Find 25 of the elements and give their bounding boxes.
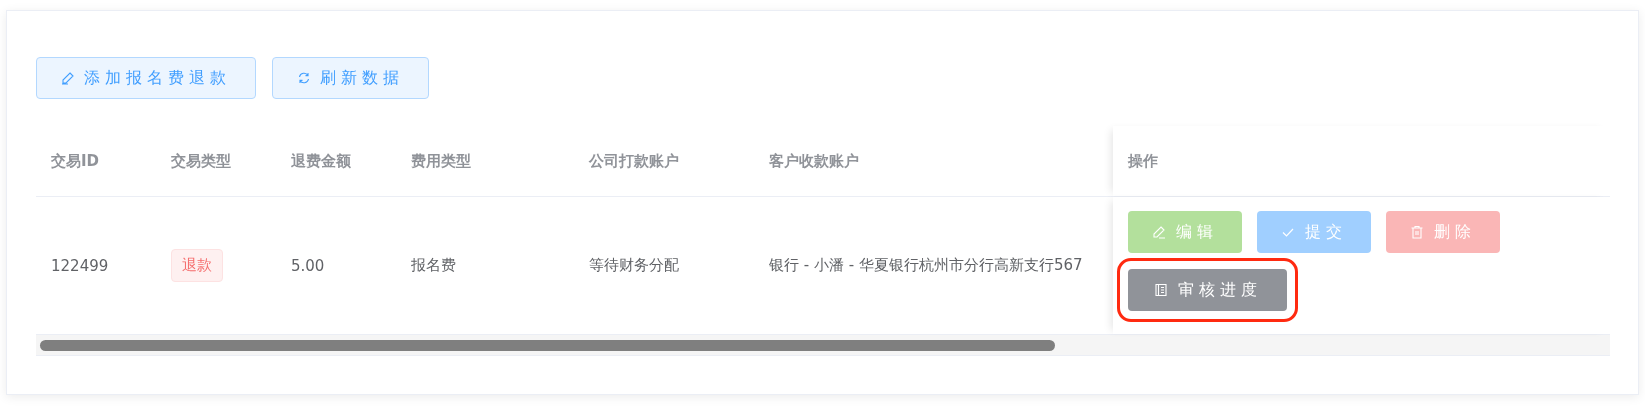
column-header: 退费金额	[290, 150, 352, 172]
submit-button[interactable]: 提交	[1257, 211, 1371, 253]
table-cell-text: 等待财务分配	[588, 255, 680, 276]
column-header: 交易ID	[50, 150, 101, 172]
delete-button[interactable]: 删除	[1386, 211, 1500, 253]
column-header: 操作	[1113, 126, 1610, 196]
column-header: 客户收款账户	[768, 150, 860, 172]
table-cell-text: 5.00	[290, 255, 326, 277]
type-tag: 退款	[171, 249, 223, 282]
table-cell-text: 122499	[50, 255, 110, 277]
pencil-icon	[61, 71, 75, 85]
scrollbar-thumb[interactable]	[40, 339, 1055, 351]
edit-button[interactable]: 编辑	[1128, 211, 1242, 253]
progress-button[interactable]: 审核进度	[1128, 269, 1287, 311]
document-icon	[1153, 283, 1168, 297]
column-header: 交易类型	[170, 150, 232, 172]
table-cell-text: 报名费	[410, 255, 457, 276]
toolbar-button[interactable]: 添加报名费退款	[36, 57, 256, 99]
column-header: 公司打款账户	[587, 150, 680, 172]
pencil-icon	[1152, 225, 1166, 239]
trash-icon	[1410, 225, 1424, 239]
refresh-icon	[297, 71, 311, 85]
toolbar-button[interactable]: 刷新数据	[272, 57, 429, 99]
column-header: 费用类型	[410, 150, 472, 172]
table-cell-text: 银行 - 小潘 - 华夏银行杭州市分行高新支行567	[768, 255, 1084, 276]
